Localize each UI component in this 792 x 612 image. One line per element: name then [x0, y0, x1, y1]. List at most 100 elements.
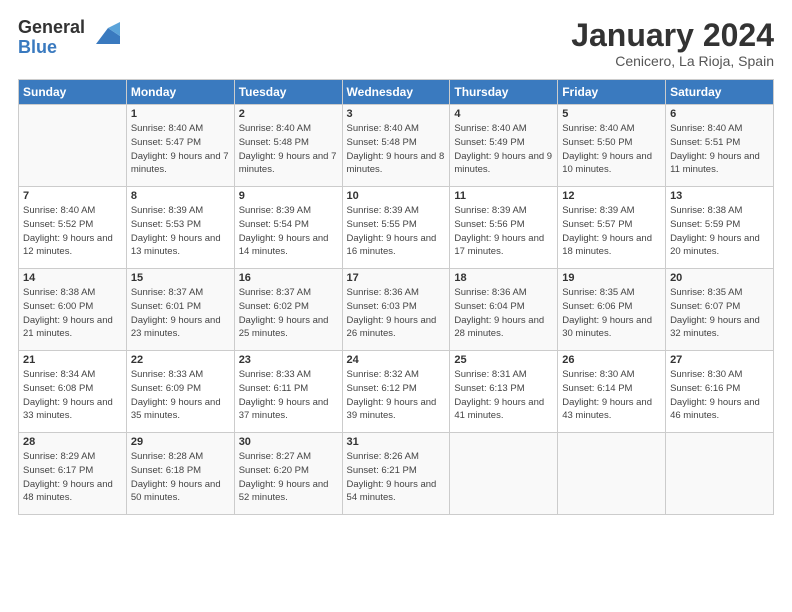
month-title: January 2024 [571, 18, 774, 53]
day-cell: 11Sunrise: 8:39 AMSunset: 5:56 PMDayligh… [450, 187, 558, 269]
day-number: 4 [454, 108, 553, 120]
day-info: Sunrise: 8:39 AMSunset: 5:54 PMDaylight:… [239, 204, 338, 259]
day-info: Sunrise: 8:30 AMSunset: 6:14 PMDaylight:… [562, 368, 661, 423]
day-info: Sunrise: 8:27 AMSunset: 6:20 PMDaylight:… [239, 450, 338, 505]
day-cell: 27 Sunrise: 8:30 AMSunset: 6:16 PMDayligh… [666, 351, 774, 433]
day-info: Sunrise: 8:37 AMSunset: 6:02 PMDaylight:… [239, 286, 338, 341]
day-info: Sunrise: 8:40 AMSunset: 5:52 PMDaylight:… [23, 204, 122, 259]
day-cell [19, 105, 127, 187]
day-info: Sunrise: 8:31 AMSunset: 6:13 PMDaylight:… [454, 368, 553, 423]
day-cell: 2Sunrise: 8:40 AMSunset: 5:48 PMDaylight… [234, 105, 342, 187]
day-header-tuesday: Tuesday [234, 80, 342, 105]
day-header-friday: Friday [558, 80, 666, 105]
week-row-2: 7 Sunrise: 8:40 AMSunset: 5:52 PMDaylight… [19, 187, 774, 269]
day-number: 29 [131, 436, 230, 448]
day-info: Sunrise: 8:40 AMSunset: 5:47 PMDaylight:… [131, 122, 230, 177]
header-row: SundayMondayTuesdayWednesdayThursdayFrid… [19, 80, 774, 105]
week-row-4: 21Sunrise: 8:34 AMSunset: 6:08 PMDayligh… [19, 351, 774, 433]
calendar-page: General Blue January 2024 Cenicero, La R… [0, 0, 792, 612]
day-cell: 5 Sunrise: 8:40 AMSunset: 5:50 PMDaylight… [558, 105, 666, 187]
day-number: 22 [131, 354, 230, 366]
day-number: 17 [347, 272, 446, 284]
day-info: Sunrise: 8:40 AMSunset: 5:50 PMDaylight:… [562, 122, 661, 177]
day-info: Sunrise: 8:32 AMSunset: 6:12 PMDaylight:… [347, 368, 446, 423]
day-number: 31 [347, 436, 446, 448]
day-info: Sunrise: 8:29 AMSunset: 6:17 PMDaylight:… [23, 450, 122, 505]
header: General Blue January 2024 Cenicero, La R… [18, 18, 774, 69]
location: Cenicero, La Rioja, Spain [571, 53, 774, 69]
day-number: 20 [670, 272, 769, 284]
day-cell: 17 Sunrise: 8:36 AMSunset: 6:03 PMDayligh… [342, 269, 450, 351]
day-cell: 8Sunrise: 8:39 AMSunset: 5:53 PMDaylight… [126, 187, 234, 269]
day-number: 1 [131, 108, 230, 120]
day-cell: 19 Sunrise: 8:35 AMSunset: 6:06 PMDayligh… [558, 269, 666, 351]
day-info: Sunrise: 8:30 AMSunset: 6:16 PMDaylight:… [670, 368, 769, 423]
day-cell: 1 Sunrise: 8:40 AMSunset: 5:47 PMDaylight… [126, 105, 234, 187]
day-header-sunday: Sunday [19, 80, 127, 105]
day-cell [450, 433, 558, 515]
day-cell: 18 Sunrise: 8:36 AMSunset: 6:04 PMDayligh… [450, 269, 558, 351]
day-cell: 7 Sunrise: 8:40 AMSunset: 5:52 PMDaylight… [19, 187, 127, 269]
day-number: 23 [239, 354, 338, 366]
day-cell: 13Sunrise: 8:38 AMSunset: 5:59 PMDayligh… [666, 187, 774, 269]
day-number: 5 [562, 108, 661, 120]
day-info: Sunrise: 8:33 AMSunset: 6:09 PMDaylight:… [131, 368, 230, 423]
day-cell: 4 Sunrise: 8:40 AMSunset: 5:49 PMDaylight… [450, 105, 558, 187]
day-number: 14 [23, 272, 122, 284]
day-info: Sunrise: 8:36 AMSunset: 6:04 PMDaylight:… [454, 286, 553, 341]
day-cell: 9 Sunrise: 8:39 AMSunset: 5:54 PMDaylight… [234, 187, 342, 269]
day-info: Sunrise: 8:40 AMSunset: 5:51 PMDaylight:… [670, 122, 769, 177]
logo-text: General Blue [18, 18, 120, 58]
day-info: Sunrise: 8:39 AMSunset: 5:57 PMDaylight:… [562, 204, 661, 259]
day-cell: 31 Sunrise: 8:26 AMSunset: 6:21 PMDayligh… [342, 433, 450, 515]
day-cell: 21Sunrise: 8:34 AMSunset: 6:08 PMDayligh… [19, 351, 127, 433]
day-number: 6 [670, 108, 769, 120]
day-cell: 6 Sunrise: 8:40 AMSunset: 5:51 PMDaylight… [666, 105, 774, 187]
week-row-3: 14 Sunrise: 8:38 AMSunset: 6:00 PMDayligh… [19, 269, 774, 351]
day-info: Sunrise: 8:28 AMSunset: 6:18 PMDaylight:… [131, 450, 230, 505]
day-header-monday: Monday [126, 80, 234, 105]
day-cell: 15 Sunrise: 8:37 AMSunset: 6:01 PMDayligh… [126, 269, 234, 351]
day-number: 25 [454, 354, 553, 366]
day-cell: 28Sunrise: 8:29 AMSunset: 6:17 PMDayligh… [19, 433, 127, 515]
day-number: 30 [239, 436, 338, 448]
day-cell: 26 Sunrise: 8:30 AMSunset: 6:14 PMDayligh… [558, 351, 666, 433]
day-number: 16 [239, 272, 338, 284]
day-info: Sunrise: 8:38 AMSunset: 6:00 PMDaylight:… [23, 286, 122, 341]
day-cell: 14 Sunrise: 8:38 AMSunset: 6:00 PMDayligh… [19, 269, 127, 351]
day-number: 12 [562, 190, 661, 202]
day-info: Sunrise: 8:34 AMSunset: 6:08 PMDaylight:… [23, 368, 122, 423]
day-cell: 25 Sunrise: 8:31 AMSunset: 6:13 PMDayligh… [450, 351, 558, 433]
day-info: Sunrise: 8:35 AMSunset: 6:07 PMDaylight:… [670, 286, 769, 341]
day-number: 3 [347, 108, 446, 120]
day-cell: 22 Sunrise: 8:33 AMSunset: 6:09 PMDayligh… [126, 351, 234, 433]
day-info: Sunrise: 8:37 AMSunset: 6:01 PMDaylight:… [131, 286, 230, 341]
day-info: Sunrise: 8:38 AMSunset: 5:59 PMDaylight:… [670, 204, 769, 259]
day-number: 24 [347, 354, 446, 366]
logo-icon [88, 20, 120, 52]
day-cell [666, 433, 774, 515]
day-number: 7 [23, 190, 122, 202]
day-cell: 30 Sunrise: 8:27 AMSunset: 6:20 PMDayligh… [234, 433, 342, 515]
day-info: Sunrise: 8:35 AMSunset: 6:06 PMDaylight:… [562, 286, 661, 341]
day-number: 27 [670, 354, 769, 366]
day-header-wednesday: Wednesday [342, 80, 450, 105]
week-row-5: 28Sunrise: 8:29 AMSunset: 6:17 PMDayligh… [19, 433, 774, 515]
day-cell: 23 Sunrise: 8:33 AMSunset: 6:11 PMDayligh… [234, 351, 342, 433]
day-cell: 3Sunrise: 8:40 AMSunset: 5:48 PMDaylight… [342, 105, 450, 187]
logo: General Blue [18, 18, 120, 58]
day-cell [558, 433, 666, 515]
day-number: 15 [131, 272, 230, 284]
day-info: Sunrise: 8:40 AMSunset: 5:49 PMDaylight:… [454, 122, 553, 177]
day-number: 9 [239, 190, 338, 202]
day-number: 18 [454, 272, 553, 284]
day-number: 26 [562, 354, 661, 366]
day-info: Sunrise: 8:26 AMSunset: 6:21 PMDaylight:… [347, 450, 446, 505]
title-area: January 2024 Cenicero, La Rioja, Spain [571, 18, 774, 69]
day-info: Sunrise: 8:36 AMSunset: 6:03 PMDaylight:… [347, 286, 446, 341]
day-header-thursday: Thursday [450, 80, 558, 105]
day-number: 19 [562, 272, 661, 284]
calendar-table: SundayMondayTuesdayWednesdayThursdayFrid… [18, 79, 774, 515]
day-info: Sunrise: 8:33 AMSunset: 6:11 PMDaylight:… [239, 368, 338, 423]
day-cell: 16 Sunrise: 8:37 AMSunset: 6:02 PMDayligh… [234, 269, 342, 351]
